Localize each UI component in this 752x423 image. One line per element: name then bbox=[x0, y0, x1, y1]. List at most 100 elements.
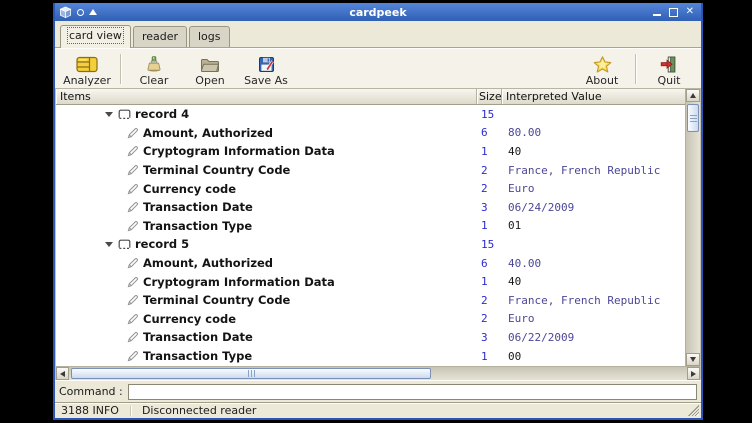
items-cell: Transaction Type bbox=[56, 349, 477, 363]
expander-icon[interactable] bbox=[105, 112, 113, 117]
size-cell: 2 bbox=[477, 164, 502, 177]
vertical-scrollbar-track[interactable] bbox=[686, 134, 700, 353]
window-title: cardpeek bbox=[55, 6, 701, 19]
interpreted-value-cell: France, French Republic bbox=[502, 294, 685, 307]
pencil-icon bbox=[127, 350, 139, 362]
size-cell: 1 bbox=[477, 350, 502, 363]
status-separator bbox=[130, 406, 131, 416]
app-cube-icon[interactable] bbox=[59, 6, 72, 19]
pencil-icon bbox=[127, 183, 139, 195]
status-bar: 3188 INFO Disconnected reader bbox=[55, 402, 701, 418]
clear-button[interactable]: Clear bbox=[126, 51, 182, 87]
interpreted-value-cell: 40 bbox=[502, 145, 685, 158]
tree-row[interactable]: record 515 bbox=[56, 235, 685, 254]
tree-item-label: Transaction Date bbox=[143, 200, 253, 214]
about-button[interactable]: About bbox=[574, 51, 630, 87]
tab-card-view-label: card view bbox=[69, 29, 122, 42]
record-icon bbox=[118, 239, 131, 250]
resize-grip[interactable] bbox=[688, 405, 699, 416]
tab-reader[interactable]: reader bbox=[133, 26, 187, 47]
interpreted-value-cell: 06/22/2009 bbox=[502, 331, 685, 344]
floppy-save-icon bbox=[258, 56, 275, 73]
toolbar-separator bbox=[120, 54, 121, 84]
tree-item-label: Currency code bbox=[143, 312, 236, 326]
about-label: About bbox=[586, 74, 619, 87]
status-id: 3188 INFO bbox=[61, 404, 119, 417]
pencil-icon bbox=[127, 257, 139, 269]
tree-row[interactable]: Cryptogram Information Data140 bbox=[56, 272, 685, 291]
interpreted-value-cell: 06/24/2009 bbox=[502, 201, 685, 214]
close-button[interactable]: ✕ bbox=[686, 7, 694, 17]
pencil-icon bbox=[127, 313, 139, 325]
size-cell: 1 bbox=[477, 219, 502, 232]
titlebar[interactable]: cardpeek ✕ bbox=[55, 3, 701, 21]
horizontal-scrollbar[interactable] bbox=[56, 366, 700, 380]
column-header-size[interactable]: Size bbox=[477, 89, 502, 104]
analyzer-button[interactable]: Analyzer bbox=[59, 51, 115, 87]
open-button[interactable]: Open bbox=[182, 51, 238, 87]
paintbrush-icon bbox=[146, 56, 162, 73]
horizontal-scrollbar-thumb[interactable] bbox=[71, 368, 431, 379]
chip-card-icon bbox=[76, 56, 98, 73]
tree-item-label: Transaction Type bbox=[143, 219, 252, 233]
items-cell: Cryptogram Information Data bbox=[56, 275, 477, 289]
size-cell: 3 bbox=[477, 331, 502, 344]
scroll-up-button[interactable] bbox=[686, 89, 700, 102]
cardpeek-window: cardpeek ✕ card view reader logs bbox=[53, 3, 703, 420]
analyzer-label: Analyzer bbox=[63, 74, 111, 87]
tree-row[interactable]: Currency code2Euro bbox=[56, 310, 685, 329]
interpreted-value-cell: Euro bbox=[502, 182, 685, 195]
tree-row[interactable]: Amount, Authorized680.00 bbox=[56, 124, 685, 143]
quit-button[interactable]: Quit bbox=[641, 51, 697, 87]
vertical-scrollbar-thumb[interactable] bbox=[687, 104, 699, 132]
tree-row[interactable]: Amount, Authorized640.00 bbox=[56, 254, 685, 273]
window-menu-dot-icon[interactable] bbox=[77, 9, 84, 16]
minimize-button[interactable] bbox=[653, 14, 661, 16]
tree-rows: record 415Amount, Authorized680.00Crypto… bbox=[56, 105, 685, 366]
tree-row[interactable]: Terminal Country Code2France, French Rep… bbox=[56, 291, 685, 310]
tree-item-label: Cryptogram Information Data bbox=[143, 275, 335, 289]
scroll-down-button[interactable] bbox=[686, 353, 700, 366]
desktop-background: { "titlebar": { "title": "cardpeek" }, "… bbox=[0, 0, 752, 423]
save-as-label: Save As bbox=[244, 74, 288, 87]
save-as-button[interactable]: Save As bbox=[238, 51, 294, 87]
size-cell: 15 bbox=[477, 238, 502, 251]
tree-item-label: record 4 bbox=[135, 107, 189, 121]
tree-row[interactable]: Transaction Type101 bbox=[56, 217, 685, 236]
tab-card-view[interactable]: card view bbox=[60, 25, 131, 48]
column-header-items[interactable]: Items bbox=[56, 89, 477, 104]
items-cell: Amount, Authorized bbox=[56, 256, 477, 270]
tree-row[interactable]: Transaction Type 100 bbox=[56, 347, 685, 366]
command-input[interactable] bbox=[128, 384, 697, 400]
items-cell: record 5 bbox=[56, 237, 477, 251]
tree-row[interactable]: record 415 bbox=[56, 105, 685, 124]
tree-row[interactable]: Terminal Country Code2France, French Rep… bbox=[56, 161, 685, 180]
shade-up-arrow-icon[interactable] bbox=[89, 9, 97, 15]
column-header-interpreted-value[interactable]: Interpreted Value bbox=[502, 89, 685, 104]
clear-label: Clear bbox=[140, 74, 169, 87]
tree-row[interactable]: Transaction Date306/22/2009 bbox=[56, 328, 685, 347]
items-cell: Transaction Date bbox=[56, 330, 477, 344]
status-message: Disconnected reader bbox=[142, 404, 256, 417]
quit-label: Quit bbox=[658, 74, 681, 87]
interpreted-value-cell: 00 bbox=[502, 350, 685, 363]
pencil-icon bbox=[127, 164, 139, 176]
horizontal-scrollbar-track[interactable] bbox=[433, 367, 687, 380]
tree-row[interactable]: Transaction Date306/24/2009 bbox=[56, 198, 685, 217]
expander-icon[interactable] bbox=[105, 242, 113, 247]
maximize-button[interactable] bbox=[669, 8, 678, 17]
down-arrow-icon bbox=[690, 357, 696, 362]
up-arrow-icon bbox=[690, 93, 696, 98]
size-cell: 2 bbox=[477, 182, 502, 195]
scroll-right-button[interactable] bbox=[687, 367, 700, 380]
pencil-icon bbox=[127, 331, 139, 343]
thumb-grip-icon bbox=[248, 370, 255, 377]
tree-row[interactable]: Cryptogram Information Data140 bbox=[56, 142, 685, 161]
tab-logs[interactable]: logs bbox=[189, 26, 230, 47]
tree-item-label: Transaction Type bbox=[143, 349, 252, 363]
vertical-scrollbar[interactable] bbox=[685, 89, 700, 366]
size-cell: 6 bbox=[477, 257, 502, 270]
tree-row[interactable]: Currency code2Euro bbox=[56, 179, 685, 198]
scroll-left-button[interactable] bbox=[56, 367, 69, 380]
tab-reader-label: reader bbox=[142, 30, 178, 43]
